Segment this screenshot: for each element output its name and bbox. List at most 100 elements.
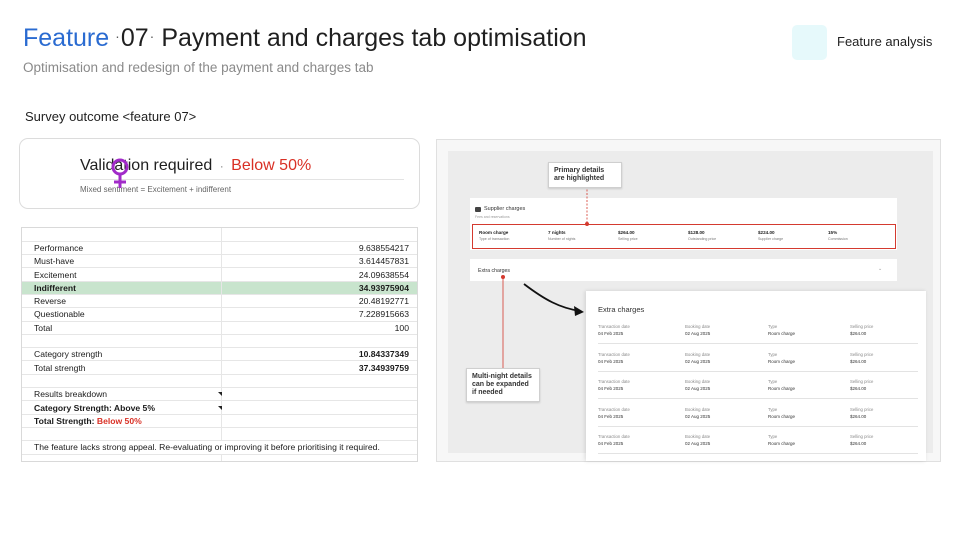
extra-charge-cell-value: 02 Aug 2025 (685, 331, 711, 336)
table-row: Category strength 10.84337349 (22, 347, 417, 362)
extra-charge-cell-value: $264.00 (850, 413, 867, 419)
table-row: The feature lacks strong appeal. Re-eval… (22, 440, 417, 455)
extra-charge-cell-value: Room charge (768, 386, 796, 391)
primary-cell-value: $128.00 (688, 230, 705, 235)
primary-cell-label: Supplier charge (758, 237, 784, 241)
extra-charge-row[interactable]: Transaction date 04 Feb 2025 Booking date 0… (598, 322, 918, 344)
primary-details-row: Room charge Type of transaction 7 nights N… (472, 224, 896, 249)
extra-charge-cell-header: Type (768, 406, 778, 412)
primary-cell: 15% Commission (828, 230, 848, 241)
extra-charge-cell: Type Room charge (768, 407, 795, 419)
extra-charge-cell-value: $264.00 (850, 441, 867, 446)
extra-charge-cell-value: 04 Feb 2025 (598, 441, 624, 446)
extra-charge-cell: Transaction date 04 Feb 2025 (598, 379, 630, 391)
row-label: Category strength (22, 347, 222, 362)
extra-charge-cell-value: 04 Feb 2025 (598, 331, 624, 336)
extra-charge-cell-value: 02 Aug 2025 (685, 441, 711, 446)
row-value: 100 (221, 321, 417, 335)
table-row (22, 228, 417, 242)
validation-result: Below 50% (231, 157, 312, 174)
survey-outcome-label: Survey outcome <feature 07> (25, 109, 197, 124)
breakdown-title: Results breakdown (22, 387, 222, 402)
extra-charge-cell: Booking date 02 Aug 2025 (685, 407, 710, 419)
extra-charge-cell: Transaction date 04 Feb 2025 (598, 407, 630, 419)
survey-results-sheet: Performance 9.638554217 Must-have 3.614457… (21, 227, 418, 462)
extra-charge-cell-header: Booking date (685, 351, 711, 357)
row-label: Performance (22, 241, 222, 256)
extra-charge-cell-value: Room charge (768, 441, 796, 446)
row-label: Must-have (22, 254, 222, 269)
row-value: 9.638554217 (221, 241, 417, 256)
row-value: 7.228915663 (221, 307, 417, 322)
extra-charge-row[interactable]: Transaction date 04 Feb 2025 Booking date 0… (598, 350, 918, 372)
extra-charge-row[interactable]: Transaction date 04 Feb 2025 Booking date 0… (598, 405, 918, 427)
venus-icon (111, 158, 129, 188)
extra-charge-cell: Selling price $264.00 (850, 434, 873, 446)
primary-cell-label: Type of transaction (479, 237, 510, 241)
table-row: Total 100 (22, 321, 417, 335)
extra-charge-cell-header: Type (768, 379, 778, 384)
extra-charge-row[interactable]: Transaction date 04 Feb 2025 Booking date 0… (598, 432, 918, 454)
table-row: Total Strength: Below 50% (22, 414, 417, 428)
primary-cell: 7 nights Number of nights (548, 230, 575, 241)
extra-charge-cell-value: $264.00 (850, 358, 867, 364)
extra-charge-cell-value: 04 Feb 2025 (598, 358, 624, 364)
row-value: 24.09638554 (221, 267, 417, 282)
extra-charge-cell-header: Selling price (850, 351, 874, 357)
extra-charge-cell: Type Room charge (768, 434, 795, 446)
table-row (22, 374, 417, 389)
primary-cell-value: $264.00 (618, 230, 635, 235)
extra-charges-panel-title: Extra charges (598, 305, 645, 314)
extra-charge-cell: Selling price $264.00 (850, 352, 873, 364)
title-feature-number: 07 (120, 24, 149, 52)
primary-cell-value: 15% (828, 230, 838, 235)
primary-cell: $224.00 Supplier charge (758, 230, 783, 241)
badge-swatch (792, 25, 827, 60)
extra-charge-cell-value: 04 Feb 2025 (598, 386, 624, 391)
extra-charge-cell-value: 02 Aug 2025 (685, 358, 711, 364)
total-strength-value: Below 50% (96, 415, 142, 426)
total-strength-result: Total Strength: Below 50% (22, 414, 222, 428)
extra-charge-cell-header: Type (768, 324, 778, 329)
row-value: 34.93975904 (221, 281, 417, 295)
primary-cell-label: Commission (828, 237, 848, 241)
extra-charge-cell-header: Selling price (850, 324, 874, 329)
extra-charge-cell: Booking date 02 Aug 2025 (685, 434, 710, 446)
extra-charge-cell: Transaction date 04 Feb 2025 (598, 434, 630, 446)
validation-sep: · (219, 159, 224, 173)
extra-charge-cell-header: Transaction date (598, 324, 630, 329)
table-row (22, 454, 417, 461)
primary-cell: $264.00 Selling price (618, 230, 638, 241)
total-strength-label: Total Strength: (34, 415, 95, 426)
row-label: Questionable (22, 307, 222, 322)
extra-charge-cell-value: 02 Aug 2025 (685, 413, 711, 419)
title-dot: · (149, 28, 155, 44)
title-text: Payment and charges tab optimisation (161, 24, 587, 52)
extra-charge-cell-value: Room charge (768, 358, 796, 364)
row-value: 10.84337349 (221, 347, 417, 362)
extra-charge-cell-header: Transaction date (598, 351, 630, 357)
chevron-down-icon[interactable]: ⌄ (878, 266, 882, 272)
extra-charge-cell: Transaction date 04 Feb 2025 (598, 324, 630, 336)
extra-charge-cell-header: Type (768, 351, 778, 357)
extra-charges-accordion[interactable] (470, 259, 897, 281)
extra-charge-cell: Type Room charge (768, 379, 795, 391)
extra-charge-cell-header: Transaction date (598, 434, 630, 439)
extra-charge-cell-value: $264.00 (850, 331, 867, 336)
table-row-highlighted: Indifferent 34.93975904 (22, 281, 417, 295)
callout-multi-night: Multi-night details can be expanded if n… (466, 368, 540, 402)
extra-charge-cell-header: Selling price (850, 379, 874, 384)
primary-cell-value: Room charge (479, 230, 509, 235)
table-row (22, 334, 417, 349)
row-value: 20.48192771 (221, 294, 417, 309)
extra-charge-cell-header: Type (768, 434, 778, 439)
row-label: Indifferent (22, 281, 222, 295)
extra-charge-row[interactable]: Transaction date 04 Feb 2025 Booking date 0… (598, 377, 918, 399)
table-row: Performance 9.638554217 (22, 241, 417, 256)
supplier-charges-title: Supplier charges (475, 206, 525, 212)
primary-cell: $128.00 Outstanding price (688, 230, 716, 241)
extra-charge-cell: Transaction date 04 Feb 2025 (598, 352, 630, 364)
extra-charge-cell-value: 02 Aug 2025 (685, 386, 711, 391)
row-label: Reverse (22, 294, 222, 309)
primary-cell-label: Selling price (618, 237, 638, 241)
